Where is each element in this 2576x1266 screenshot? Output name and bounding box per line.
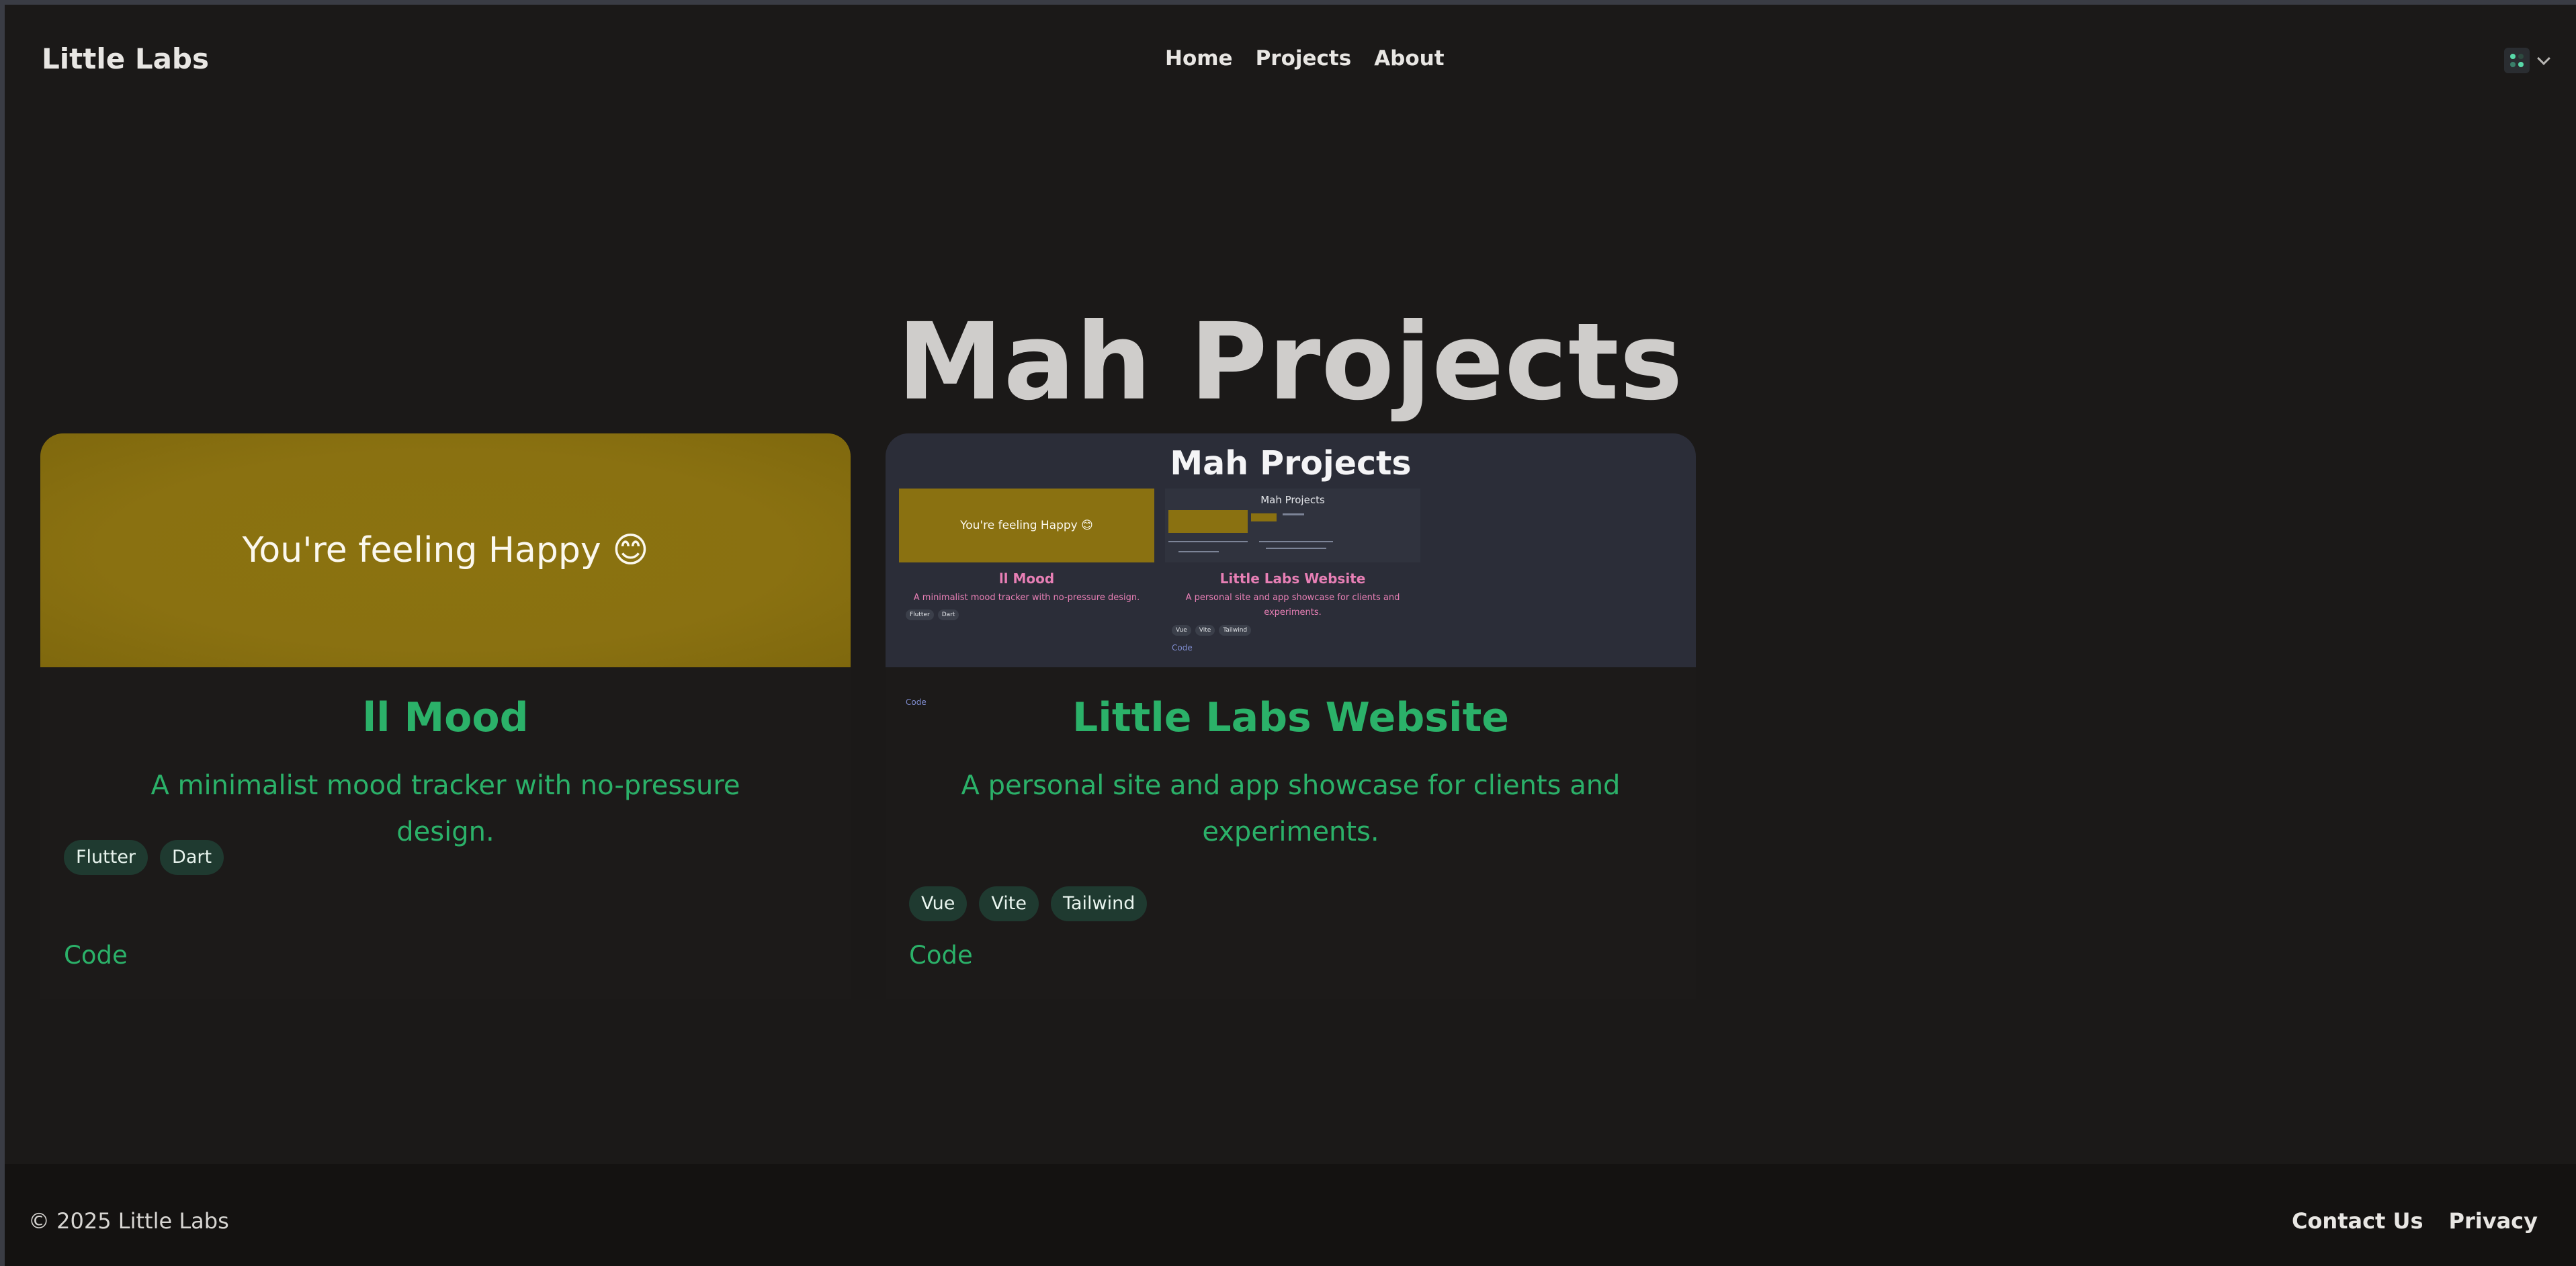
preview-card-image: Mah Projects [1165,489,1420,562]
theme-switcher[interactable] [2504,48,2550,73]
preview-tag: Flutter [906,609,934,620]
micro-line [1259,541,1333,542]
tag-chip: Vite [979,886,1039,921]
nav-projects[interactable]: Projects [1256,46,1352,71]
micro-website-image [1251,513,1277,521]
palette-grid-icon [2504,48,2530,73]
site-logo[interactable]: Little Labs [42,42,209,75]
project-image-mood: You're feeling Happy 😊 [40,433,851,667]
project-title: Little Labs Website [1072,694,1509,741]
project-description: A personal site and app showcase for cli… [961,770,1621,847]
preview-inner-title: Mah Projects [1260,494,1325,506]
footer-privacy-link[interactable]: Privacy [2449,1208,2538,1234]
preview-card-title: ll Mood [998,571,1055,587]
code-link[interactable]: Code [64,941,128,970]
footer-links: Contact Us Privacy [2292,1208,2538,1234]
nav-about[interactable]: About [1374,46,1444,71]
nav-home[interactable]: Home [1165,46,1233,71]
tag-chip: Dart [160,840,224,875]
preview-card-description: A personal site and app showcase for cli… [1185,593,1400,618]
preview-card-title: Little Labs Website [1219,571,1366,587]
preview-page-title: Mah Projects [1170,444,1412,482]
tag-chip: Tailwind [1050,886,1148,921]
preview-code-link: Code [1172,643,1193,652]
code-link[interactable]: Code [909,941,973,970]
preview-tag: Vue [1172,625,1191,636]
micro-line [1266,548,1326,549]
project-card-website: Mah Projects You're feeling Happy 😊 ll M… [886,433,1696,999]
micro-line [1168,541,1248,542]
preview-tag: Tailwind [1219,625,1252,636]
preview-card-description: A minimalist mood tracker with no-pressu… [913,593,1140,603]
copyright-text: © 2025 Little Labs [28,1208,229,1234]
tag-chip: Vue [909,886,968,921]
preview-card-website: Mah Projects Little Labs Website A perso… [1165,489,1420,657]
preview-mood-text: You're feeling Happy 😊 [960,519,1093,532]
tag-list: Vue Vite Tailwind [909,886,1148,921]
preview-tag: Vite [1195,625,1215,636]
preview-tag-list: Vue Vite Tailwind [1172,625,1252,636]
project-card-mood: You're feeling Happy 😊 ll Mood A minimal… [40,433,851,999]
micro-line [1283,513,1304,515]
tag-list: Flutter Dart [64,840,224,875]
preview-tag: Dart [937,609,959,620]
browser-viewport: Little Labs Home Projects About Mah Proj… [5,5,2576,1266]
project-image-website: Mah Projects You're feeling Happy 😊 ll M… [886,433,1696,707]
mood-preview-text: You're feeling Happy 😊 [242,530,649,571]
preview-tag-list: Flutter Dart [906,609,959,620]
tag-chip: Flutter [64,840,148,875]
site-header: Little Labs Home Projects About [5,5,2576,119]
page-title: Mah Projects [897,300,1684,424]
main-nav: Home Projects About [1165,46,1445,71]
footer-contact-link[interactable]: Contact Us [2292,1208,2423,1234]
site-footer: © 2025 Little Labs Contact Us Privacy [5,1164,2576,1266]
project-title: ll Mood [362,694,529,741]
micro-mood-image [1168,510,1248,533]
micro-line [1178,551,1219,552]
chevron-down-icon [2537,52,2550,65]
preview-card-mood: You're feeling Happy 😊 ll Mood A minimal… [899,489,1154,707]
preview-card-image: You're feeling Happy 😊 [899,489,1154,562]
